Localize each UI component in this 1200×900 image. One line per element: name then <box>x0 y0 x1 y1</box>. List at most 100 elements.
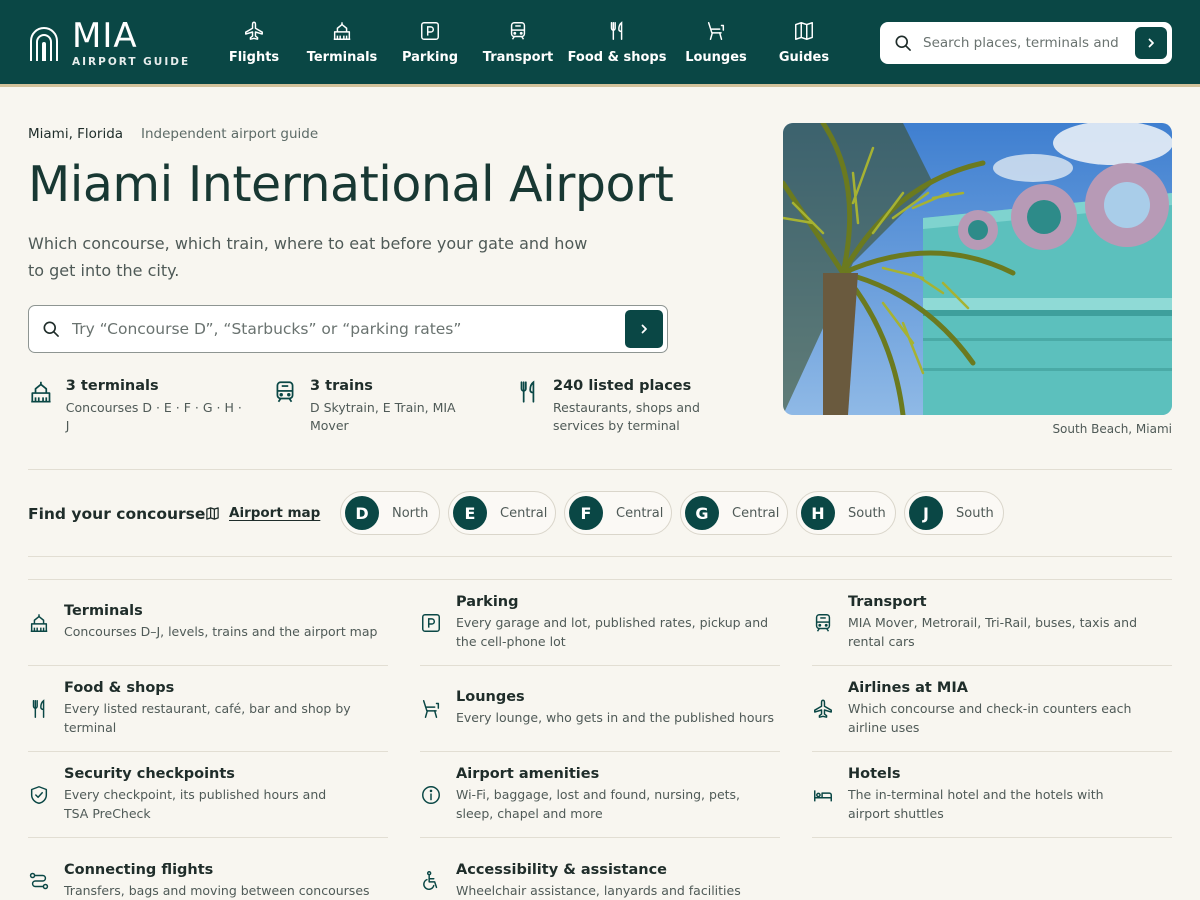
search-icon <box>43 321 59 337</box>
stat-title: 240 listed places <box>553 378 692 394</box>
airport-map-link[interactable]: Airport map <box>205 505 320 521</box>
category-description: Concourses D–J, levels, trains and the a… <box>64 624 378 640</box>
brand-name: MIA <box>72 15 138 56</box>
plane-icon <box>245 21 263 40</box>
category-security[interactable]: Security checkpoints Every checkpoint, i… <box>28 752 388 838</box>
find-concourse-label: Find your concourse <box>28 505 206 523</box>
category-description: Every checkpoint, its published hours an… <box>64 787 327 821</box>
category-accessibility[interactable]: Accessibility & assistance Wheelchair as… <box>420 838 780 900</box>
header-search-input[interactable] <box>923 35 1121 51</box>
nav-terminals[interactable]: Terminals <box>306 20 378 74</box>
category-title: Terminals <box>64 603 143 620</box>
category-terminals[interactable]: Terminals Concourses D–J, levels, trains… <box>28 580 388 666</box>
category-description: MIA Mover, Metrorail, Tri-Rail, buses, t… <box>848 615 1138 649</box>
category-title: Hotels <box>848 766 901 782</box>
nav-parking[interactable]: Parking <box>400 20 460 74</box>
train-icon <box>510 22 526 40</box>
category-title: Connecting flights <box>64 861 214 878</box>
hero-search-submit-button[interactable] <box>625 310 663 348</box>
terminal-building-icon <box>30 613 48 632</box>
concourse-pill-e[interactable]: E Central <box>448 491 556 535</box>
brand-logo-link[interactable]: MIA AIRPORT GUIDE <box>28 15 191 68</box>
concourse-pill-g[interactable]: G Central <box>680 491 788 535</box>
concourse-letter: D <box>345 496 379 530</box>
fork-knife-icon <box>520 380 535 403</box>
concourse-zone: Central <box>616 505 664 521</box>
nav-lounges[interactable]: Lounges <box>684 20 748 74</box>
map-icon <box>206 506 219 520</box>
stat-subtitle: Concourses D · E · F · G · H · J <box>65 400 242 433</box>
lounge-chair-icon <box>707 22 725 40</box>
nav-label: Flights <box>228 50 280 65</box>
category-description: Wi-Fi, baggage, lost and found, nursing,… <box>456 787 741 821</box>
category-description: The in-terminal hotel and the hotels wit… <box>848 787 1104 821</box>
terminal-building-icon <box>31 381 51 403</box>
concourse-pill-h[interactable]: H South <box>796 491 896 535</box>
hero-search-input[interactable] <box>72 320 612 338</box>
concourse-zone: South <box>848 505 886 521</box>
category-title: Accessibility & assistance <box>456 861 668 878</box>
concourse-letter: J <box>909 496 943 530</box>
nav-food-shops[interactable]: Food & shops <box>568 20 666 74</box>
category-connecting-flights[interactable]: Connecting flights Transfers, bags and m… <box>28 838 388 900</box>
category-title: Parking <box>456 594 519 610</box>
parking-icon <box>422 613 440 632</box>
stat-places: 240 listed places Restaurants, shops and… <box>515 378 735 435</box>
photo-caption: South Beach, Miami <box>1052 422 1172 436</box>
nav-guides[interactable]: Guides <box>776 20 832 74</box>
category-food-shops[interactable]: Food & shops Every listed restaurant, ca… <box>28 666 388 752</box>
category-title: Security checkpoints <box>64 766 235 782</box>
page-title: Miami International Airport <box>28 156 674 213</box>
train-icon <box>815 613 831 632</box>
concourse-pill-f[interactable]: F Central <box>564 491 672 535</box>
category-title: Transport <box>848 594 927 610</box>
wheelchair-icon <box>423 871 438 890</box>
nav-transport[interactable]: Transport <box>482 20 554 74</box>
parking-icon <box>421 22 439 40</box>
concourse-letter: G <box>685 496 719 530</box>
category-description: Wheelchair assistance, lanyards and faci… <box>456 882 741 898</box>
concourse-pill-j[interactable]: J South <box>904 491 1004 535</box>
category-hotels[interactable]: Hotels The in-terminal hotel and the hot… <box>812 752 1172 838</box>
plane-icon <box>814 699 832 718</box>
category-airlines[interactable]: Airlines at MIA Which concourse and chec… <box>812 666 1172 752</box>
category-description: Every listed restaurant, café, bar and s… <box>64 701 351 735</box>
category-parking[interactable]: Parking Every garage and lot, published … <box>420 580 780 666</box>
stat-title: 3 terminals <box>65 378 159 394</box>
nav-label: Food & shops <box>567 50 667 65</box>
header-accent-rule <box>0 84 1200 87</box>
category-transport[interactable]: Transport MIA Mover, Metrorail, Tri-Rail… <box>812 580 1172 666</box>
category-lounges[interactable]: Lounges Every lounge, who gets in and th… <box>420 666 780 752</box>
nav-label: Lounges <box>685 50 747 65</box>
category-title: Airlines at MIA <box>848 680 968 696</box>
nav-label: Terminals <box>306 50 378 65</box>
nav-flights[interactable]: Flights <box>226 20 282 74</box>
hero-search-box <box>28 305 668 353</box>
arch-logo-icon <box>30 27 58 61</box>
concourse-pill-d[interactable]: D North <box>340 491 440 535</box>
chevron-right-icon <box>1148 38 1154 48</box>
concourse-zone: Central <box>732 505 780 521</box>
divider <box>28 469 1172 470</box>
stat-subtitle: Restaurants, shops and services by termi… <box>553 400 700 433</box>
bed-icon <box>814 789 832 801</box>
brand-subtitle: AIRPORT GUIDE <box>72 55 191 68</box>
category-title: Food & shops <box>64 680 175 696</box>
nav-label: Parking <box>401 50 459 65</box>
train-icon <box>276 381 294 403</box>
category-title: Lounges <box>456 689 525 706</box>
terminal-building-icon <box>333 22 351 40</box>
search-icon <box>895 35 911 51</box>
hero-description: Which concourse, which train, where to e… <box>28 234 588 280</box>
nav-label: Guides <box>778 50 830 65</box>
category-title: Airport amenities <box>456 766 600 782</box>
concourse-zone: South <box>956 505 994 521</box>
category-description: Transfers, bags and moving between conco… <box>64 882 370 898</box>
shield-check-icon <box>30 785 48 804</box>
location-label: Miami, Florida <box>28 126 124 142</box>
stat-trains: 3 trains D Skytrain, E Train, MIA Mover <box>272 378 472 435</box>
lounge-chair-icon <box>422 699 440 718</box>
category-description: Every garage and lot, published rates, p… <box>456 615 769 649</box>
header-search-submit-button[interactable] <box>1135 27 1167 59</box>
category-amenities[interactable]: Airport amenities Wi-Fi, baggage, lost a… <box>420 752 780 838</box>
